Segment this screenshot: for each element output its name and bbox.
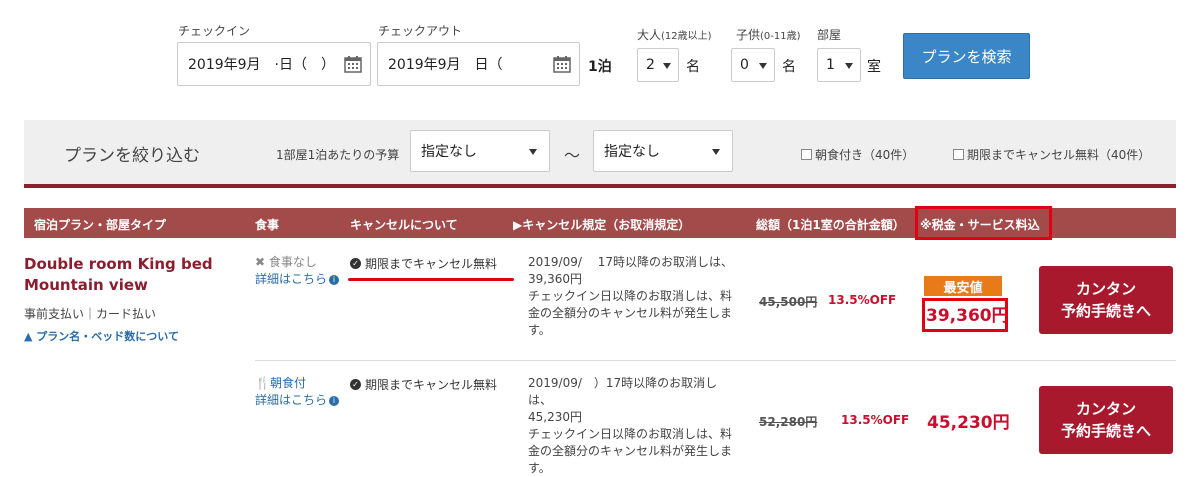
plan2-meal: 🍴朝食付 詳細はこちら i bbox=[255, 375, 340, 409]
plan1-policy: 2019/09/ 17時以降のお取消しは、 39,360円 チェックイン日以降の… bbox=[528, 254, 738, 339]
adults-label: 大人(12歳以上) bbox=[637, 28, 712, 42]
plan1-policy-line2: 39,360円 bbox=[528, 272, 582, 286]
children-unit: 名 bbox=[782, 59, 796, 75]
close-icon: ✖ bbox=[255, 255, 269, 269]
checkout-label: チェックアウト bbox=[378, 24, 463, 38]
free-cancel-filter-label: 期限までキャンセル無料（40件） bbox=[967, 148, 1151, 162]
caret-down-icon bbox=[712, 149, 720, 155]
plan2-policy-line2: 45,230円 bbox=[528, 410, 582, 424]
row-divider bbox=[255, 360, 1176, 361]
checkin-date-field[interactable]: 2019年9月 ·日（ ） bbox=[177, 42, 371, 86]
search-plans-button[interactable]: プランを検索 bbox=[903, 33, 1030, 79]
checkout-date-field[interactable]: 2019年9月 日（ bbox=[377, 42, 580, 86]
header-cancel: キャンセルについて bbox=[350, 218, 458, 232]
budget-label: 1部屋1泊あたりの予算 bbox=[276, 148, 400, 162]
checkin-label: チェックイン bbox=[178, 24, 251, 38]
plan2-policy-line3: チェックイン日以降のお取消しは、料金の全額分のキャンセル料が発生します。 bbox=[528, 427, 733, 475]
budget-max-select[interactable]: 指定なし bbox=[593, 130, 733, 172]
plan1-discount: 13.5%OFF bbox=[828, 293, 897, 307]
caret-down-icon bbox=[663, 63, 671, 69]
plan1-cta-line1: カンタン bbox=[1075, 280, 1136, 298]
plan1-original-price: 45,500円 bbox=[759, 295, 818, 309]
header-plan: 宿泊プラン・部屋タイプ bbox=[34, 218, 167, 232]
plan1-policy-line3: チェックイン日以降のお取消しは、料金の全額分のキャンセル料が発生します。 bbox=[528, 289, 733, 337]
free-cancel-filter-checkbox[interactable]: 期限までキャンセル無料（40件） bbox=[953, 146, 1150, 163]
plan1-cancel: ✓ 期限までキャンセル無料 bbox=[350, 255, 497, 272]
plan2-cta-line1: カンタン bbox=[1075, 400, 1136, 418]
plan2-policy: 2019/09/ ）17時以降のお取消しは、 45,230円 チェックイン日以降… bbox=[528, 375, 738, 477]
rooms-unit: 室 bbox=[867, 59, 881, 75]
plan1-cancel-label: 期限までキャンセル無料 bbox=[365, 257, 498, 271]
check-circle-icon: ✓ bbox=[350, 379, 361, 390]
checkbox-icon[interactable] bbox=[953, 149, 964, 160]
plan2-cta-line2: 予約手続きへ bbox=[1060, 422, 1151, 440]
plan2-original-price: 52,280円 bbox=[759, 415, 818, 429]
check-circle-icon: ✓ bbox=[350, 258, 361, 269]
plan1-details-text: 詳細はこちら bbox=[255, 272, 328, 286]
plan2-discount: 13.5%OFF bbox=[841, 413, 910, 427]
budget-max-value: 指定なし bbox=[604, 144, 660, 160]
plan2-policy-line1: 2019/09/ ）17時以降のお取消しは、 bbox=[528, 376, 718, 407]
budget-min-value: 指定なし bbox=[421, 144, 477, 160]
header-meal: 食事 bbox=[255, 218, 280, 232]
plan1-policy-line1: 2019/09/ 17時以降のお取消しは、 bbox=[528, 255, 733, 269]
calendar-icon[interactable] bbox=[553, 55, 571, 77]
plan2-details-link[interactable]: 詳細はこちら i bbox=[255, 392, 340, 409]
plan1-cta-line2: 予約手続きへ bbox=[1060, 302, 1151, 320]
plan2-details-text: 詳細はこちら bbox=[255, 393, 328, 407]
caret-down-icon bbox=[529, 149, 537, 155]
info-icon: i bbox=[329, 274, 340, 285]
plan2-cancel: ✓ 期限までキャンセル無料 bbox=[350, 376, 497, 393]
checkout-date-value: 2019年9月 日（ bbox=[388, 57, 503, 73]
plan2-cancel-label: 期限までキャンセル無料 bbox=[365, 378, 498, 392]
fork-knife-icon: 🍴 bbox=[255, 376, 270, 390]
payment-method: 事前支払い｜カード払い bbox=[24, 307, 157, 321]
budget-min-select[interactable]: 指定なし bbox=[410, 130, 550, 172]
warning-icon: ▲ bbox=[24, 330, 37, 343]
calendar-icon[interactable] bbox=[344, 55, 362, 77]
plan2-meal-label: 朝食付 bbox=[269, 376, 306, 390]
free-cancel-highlight-underline bbox=[348, 278, 514, 281]
adults-select[interactable]: 2 bbox=[637, 48, 679, 82]
plan-name-note-link[interactable]: ▲ プラン名・ベッド数について bbox=[24, 328, 179, 344]
nights-count: 1泊 bbox=[588, 59, 612, 75]
room-name[interactable]: Double room King bed Mountain view bbox=[24, 254, 234, 296]
header-total: 総額（1泊1室の合計金額） bbox=[756, 218, 905, 232]
filter-title: プランを絞り込む bbox=[64, 146, 200, 166]
adults-value: 2 bbox=[646, 57, 655, 73]
header-policy: ▶キャンセル規定（お取消規定） bbox=[513, 218, 691, 232]
plan2-book-button[interactable]: カンタン 予約手続きへ bbox=[1039, 386, 1173, 454]
checkin-date-value: 2019年9月 ·日（ ） bbox=[188, 57, 335, 73]
plan1-details-link[interactable]: 詳細はこちら i bbox=[255, 271, 340, 288]
lowest-price-badge: 最安値 bbox=[924, 276, 1002, 296]
plan1-meal: ✖ 食事なし 詳細はこちら i bbox=[255, 254, 340, 288]
price-highlight bbox=[922, 298, 1008, 332]
children-select[interactable]: 0 bbox=[731, 48, 775, 82]
breakfast-filter-checkbox[interactable]: 朝食付き（40件） bbox=[801, 146, 914, 163]
tax-note-highlight bbox=[915, 206, 1052, 240]
breakfast-filter-label: 朝食付き（40件） bbox=[815, 148, 915, 162]
caret-down-icon bbox=[845, 63, 853, 69]
rooms-value: 1 bbox=[826, 57, 835, 73]
plan1-meal-label: 食事なし bbox=[268, 255, 317, 269]
children-label: 子供(0-11歳) bbox=[736, 28, 801, 42]
filter-bar: プランを絞り込む 1部屋1泊あたりの予算 指定なし 〜 指定なし 朝食付き（40… bbox=[24, 120, 1176, 188]
adults-unit: 名 bbox=[686, 59, 700, 75]
caret-down-icon bbox=[759, 63, 767, 69]
children-value: 0 bbox=[740, 57, 749, 73]
rooms-label: 部屋 bbox=[817, 28, 842, 42]
range-tilde: 〜 bbox=[564, 146, 581, 165]
rooms-select[interactable]: 1 bbox=[817, 48, 861, 82]
plan-note-text: プラン名・ベッド数について bbox=[36, 330, 179, 343]
plan2-price: 45,230円 bbox=[927, 413, 1010, 433]
checkbox-icon[interactable] bbox=[801, 149, 812, 160]
plan1-book-button[interactable]: カンタン 予約手続きへ bbox=[1039, 266, 1173, 334]
info-icon: i bbox=[329, 395, 340, 406]
